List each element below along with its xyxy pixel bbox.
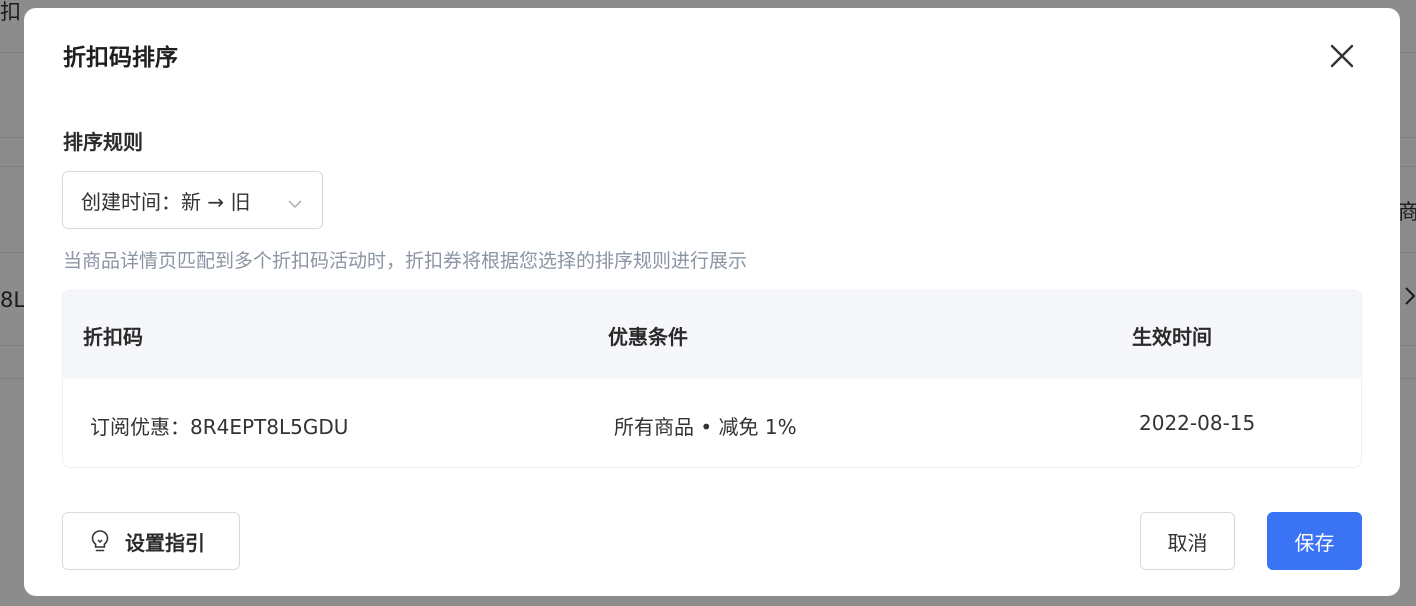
cell-condition: 所有商品 • 减免 1% [614, 415, 797, 439]
column-header-code: 折扣码 [83, 325, 143, 349]
sort-rule-select[interactable]: 创建时间：新 → 旧 [62, 171, 323, 229]
sort-rule-label: 排序规则 [63, 130, 143, 154]
discount-sort-modal: 折扣码排序 排序规则 创建时间：新 → 旧 当商品详情页匹配到多个折扣码活动时，… [24, 8, 1400, 596]
table-header: 折扣码 优惠条件 生效时间 [63, 291, 1361, 379]
setup-guide-button[interactable]: 设置指引 [62, 512, 240, 570]
sort-hint-text: 当商品详情页匹配到多个折扣码活动时，折扣券将根据您选择的排序规则进行展示 [63, 250, 748, 272]
modal-title: 折扣码排序 [63, 45, 178, 71]
chevron-down-icon [288, 192, 302, 216]
column-header-condition: 优惠条件 [608, 325, 688, 349]
close-icon [1330, 44, 1354, 68]
discount-table: 折扣码 优惠条件 生效时间 订阅优惠：8R4EPT8L5GDU 所有商品 • 减… [62, 290, 1362, 468]
save-button[interactable]: 保存 [1267, 512, 1362, 570]
column-header-date: 生效时间 [1132, 325, 1212, 349]
table-row[interactable]: 订阅优惠：8R4EPT8L5GDU 所有商品 • 减免 1% 2022-08-1… [63, 379, 1361, 467]
cell-code: 订阅优惠：8R4EPT8L5GDU [90, 415, 349, 439]
cancel-button[interactable]: 取消 [1140, 512, 1235, 570]
lightbulb-icon [89, 529, 111, 553]
sort-rule-value: 创建时间：新 → 旧 [81, 189, 251, 214]
cell-date: 2022-08-15 [1139, 411, 1256, 435]
close-button[interactable] [1326, 40, 1358, 72]
setup-guide-label: 设置指引 [125, 530, 205, 555]
